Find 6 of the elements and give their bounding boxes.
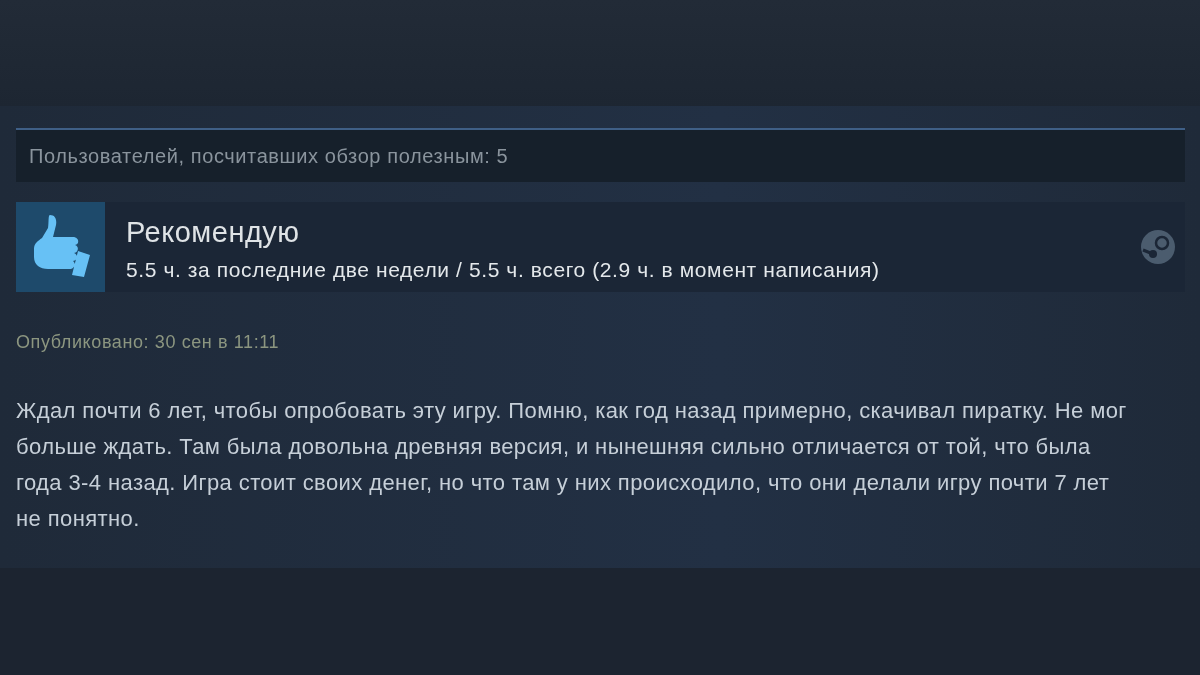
steam-logo-icon <box>1141 230 1175 264</box>
helpful-count-bar: Пользователей, посчитавших обзор полезным: 5 <box>16 128 1185 182</box>
verdict-title: Рекомендую <box>126 216 300 248</box>
review-text: Ждал почти 6 лет, чтобы опробовать эту игру. Помню, как год назад примерно, скачивал пиратку. Не мог больше ждать. Там была довольна древняя версия, и нынешняя сильно отличается от той, что была года 3-4 назад. Игра стоит своих денег, но что там у них происходило, что они делали игру почти 7 лет не понятно. <box>16 397 1128 533</box>
playtime-text: 5.5 ч. за последние две недели / 5.5 ч. всего (2.9 ч. в момент написания) <box>126 258 880 282</box>
posted-date: Опубликовано: 30 сен в 11:11 <box>16 332 280 353</box>
